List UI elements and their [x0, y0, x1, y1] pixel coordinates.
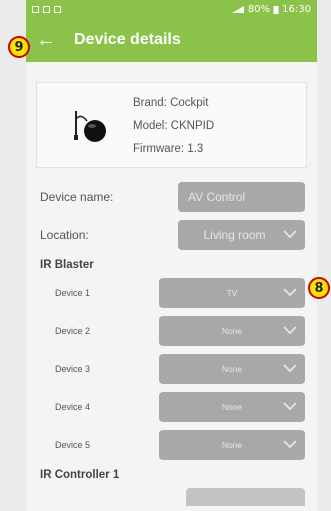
ir-controller-select[interactable]: [186, 488, 305, 506]
device-2-select[interactable]: None: [159, 316, 305, 346]
device-2-value: None: [221, 326, 243, 336]
ir-device-row: Device 3 None: [26, 350, 317, 388]
app-bar: ← Device details: [26, 18, 317, 62]
page-title: Device details: [74, 31, 181, 48]
signal-icon: [231, 5, 244, 13]
device-label: Device 2: [55, 326, 91, 336]
model-text: Model: CKNPID: [133, 120, 215, 132]
location-select[interactable]: Living room: [178, 220, 305, 250]
ir-controller-heading: IR Controller 1: [40, 469, 120, 481]
brand-text: Brand: Cockpit: [133, 97, 209, 109]
notification-icon: [43, 5, 50, 13]
status-right: 80% 16:30: [231, 4, 311, 15]
device-3-select[interactable]: None: [159, 354, 305, 384]
battery-icon: [273, 5, 279, 14]
device-5-value: None: [221, 440, 243, 450]
chevron-down-icon: [283, 364, 297, 373]
location-value: Living room: [203, 228, 266, 242]
location-label: Location:: [40, 228, 89, 242]
device-name-label: Device name:: [40, 190, 114, 204]
callout-badge-device1: 8: [308, 277, 330, 299]
chevron-down-icon: [283, 440, 297, 449]
device-info-card: Brand: Cockpit Model: CKNPID Firmware: 1…: [36, 82, 307, 168]
device-4-select[interactable]: None: [159, 392, 305, 422]
device-label: Device 3: [55, 364, 91, 374]
device-info-text: Brand: Cockpit Model: CKNPID Firmware: 1…: [133, 92, 214, 161]
device-label: Device 5: [55, 440, 91, 450]
device-1-value: TV: [226, 288, 238, 298]
firmware-text: Firmware: 1.3: [133, 143, 204, 155]
device-image: [74, 111, 106, 142]
device-1-select[interactable]: TV: [159, 278, 305, 308]
device-name-field[interactable]: AV Control: [178, 182, 305, 212]
callout-badge-back: 9: [8, 36, 30, 58]
chevron-down-icon: [283, 402, 297, 411]
device-5-select[interactable]: None: [159, 430, 305, 460]
chevron-down-icon: [283, 230, 297, 239]
ir-blaster-heading: IR Blaster: [40, 259, 94, 271]
battery-percent: 80%: [247, 3, 271, 15]
device-name-value: AV Control: [188, 190, 246, 204]
device-label: Device 1: [55, 288, 91, 298]
status-bar: 80% 16:30: [26, 0, 317, 18]
notification-icon: [54, 5, 61, 13]
device-name-row: Device name: AV Control: [26, 178, 317, 216]
notification-icons: [32, 5, 61, 13]
phone-screen: 80% 16:30 ← Device details Brand: Cockpi…: [26, 0, 317, 511]
ir-device-row: Device 5 None: [26, 426, 317, 464]
back-arrow-icon[interactable]: ←: [36, 29, 66, 52]
chevron-down-icon: [283, 326, 297, 335]
clock-time: 16:30: [282, 3, 311, 15]
ir-device-row: Device 2 None: [26, 312, 317, 350]
device-label: Device 4: [55, 402, 91, 412]
location-row: Location: Living room: [26, 216, 317, 254]
chevron-down-icon: [283, 288, 297, 297]
ir-device-row: Device 1 TV: [26, 274, 317, 312]
device-4-value: None: [221, 402, 243, 412]
notification-icon: [32, 5, 39, 13]
ir-device-row: Device 4 None: [26, 388, 317, 426]
device-3-value: None: [221, 364, 243, 374]
